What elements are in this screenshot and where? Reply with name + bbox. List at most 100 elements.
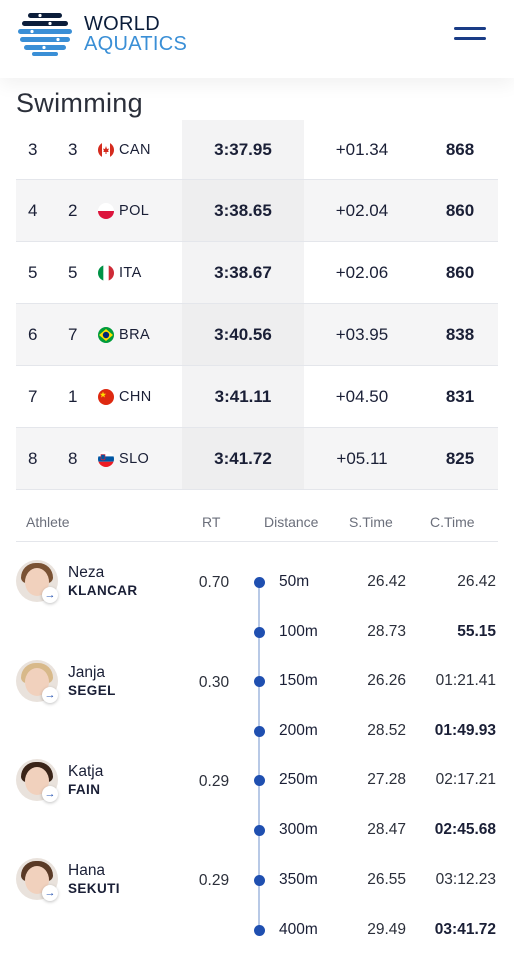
header-stime: S.Time (349, 514, 393, 530)
athlete-entry[interactable]: → Hana SEKUTI 0.29 (16, 858, 498, 906)
points: 860 (445, 200, 475, 220)
country-code: BRA (119, 326, 151, 343)
final-time: 3:40.56 (214, 324, 272, 344)
points: 868 (445, 139, 475, 159)
time-behind: +04.50 (335, 386, 389, 406)
result-row[interactable]: 5 5 ITA 3:38.67 +02.06 860 (16, 242, 498, 304)
country-code: ITA (119, 264, 142, 281)
time-behind: +05.11 (336, 448, 388, 468)
brazil-flag-icon (98, 327, 114, 343)
lane: 2 (68, 200, 78, 220)
athlete-last-name: KLANCAR (68, 583, 138, 598)
page-title: Swimming (16, 88, 143, 118)
final-time: 3:38.65 (214, 200, 272, 220)
result-row[interactable]: 3 3 CAN 3:37.95 +01.34 868 (16, 120, 498, 180)
arrow-right-icon[interactable]: → (42, 786, 58, 802)
cumulative-time: 02:45.68 (434, 821, 496, 838)
athlete-entry[interactable]: → Neza KLANCAR 0.70 (16, 560, 498, 608)
final-time: 3:41.11 (214, 386, 272, 406)
header-distance: Distance (264, 514, 319, 530)
split-time: 29.49 (367, 921, 406, 938)
athlete-first-name: Neza (68, 564, 105, 581)
results-table: 3 3 CAN 3:37.95 +01.34 868 4 2 POL 3:38.65 +02.04 8… (16, 120, 498, 490)
athlete-first-name: Janja (68, 664, 106, 681)
hamburger-icon[interactable] (452, 24, 488, 44)
result-row[interactable]: 6 7 BRA 3:40.56 +03.95 838 (16, 304, 498, 366)
world-aquatics-logo-icon[interactable] (18, 11, 74, 57)
country-code: SLO (119, 450, 150, 467)
arrow-right-icon[interactable]: → (42, 587, 58, 603)
reaction-time: 0.70 (198, 574, 230, 591)
athlete-first-name: Hana (68, 862, 106, 879)
rank: 4 (28, 200, 38, 220)
final-time: 3:37.95 (214, 139, 272, 159)
cumulative-time: 55.15 (457, 623, 496, 640)
timeline-dot-icon (254, 925, 265, 936)
rank: 3 (28, 139, 38, 159)
athlete-entry[interactable]: → Katja FAIN 0.29 (16, 759, 498, 807)
points: 831 (445, 386, 475, 406)
points: 825 (445, 448, 475, 468)
arrow-right-icon[interactable]: → (42, 885, 58, 901)
split-distance: 400m (279, 921, 318, 938)
final-time: 3:41.72 (214, 448, 272, 468)
lane: 7 (68, 324, 78, 344)
time-behind: +02.06 (335, 262, 389, 282)
split-time: 28.52 (367, 722, 406, 739)
rank: 8 (28, 448, 38, 468)
logo-wordmark[interactable]: WORLD AQUATICS (84, 14, 187, 54)
arrow-right-icon[interactable]: → (42, 687, 58, 703)
header-athlete: Athlete (26, 514, 70, 530)
rank: 5 (28, 262, 38, 282)
header-ctime: C.Time (430, 514, 475, 530)
lane: 1 (68, 386, 78, 406)
site-header: WORLD AQUATICS (0, 0, 514, 78)
rank: 7 (28, 386, 38, 406)
athlete-last-name: SEGEL (68, 683, 116, 698)
logo-line-2: AQUATICS (84, 33, 188, 55)
timeline-dot-icon (254, 726, 265, 737)
country-code: CAN (119, 141, 151, 158)
split-row: 300m 28.47 02:45.68 (16, 810, 498, 850)
points: 860 (445, 262, 475, 282)
lane: 3 (68, 139, 78, 159)
points: 838 (445, 324, 475, 344)
slovenia-flag-icon (98, 451, 114, 467)
timeline-dot-icon (254, 825, 265, 836)
header-rt: RT (202, 514, 221, 530)
italy-flag-icon (98, 265, 114, 281)
logo-line-1: WORLD (84, 13, 160, 35)
split-row: 400m 29.49 03:41.72 (16, 910, 498, 950)
athlete-first-name: Katja (68, 763, 104, 780)
athlete-last-name: FAIN (68, 782, 101, 797)
split-time: 28.47 (367, 821, 406, 838)
split-row: 100m 28.73 55.15 (16, 612, 498, 652)
time-behind: +02.04 (335, 200, 389, 220)
split-row: 200m 28.52 01:49.93 (16, 711, 498, 751)
split-distance: 100m (279, 623, 318, 640)
reaction-time: 0.30 (198, 674, 230, 691)
lane: 5 (68, 262, 78, 282)
athlete-entry[interactable]: → Janja SEGEL 0.30 (16, 660, 498, 708)
result-row[interactable]: 4 2 POL 3:38.65 +02.04 860 (16, 180, 498, 242)
lane: 8 (68, 448, 78, 468)
cumulative-time: 03:41.72 (434, 921, 496, 938)
cumulative-time: 01:49.93 (434, 722, 496, 739)
result-row[interactable]: 7 1 CHN 3:41.11 +04.50 831 (16, 366, 498, 428)
final-time: 3:38.67 (214, 262, 272, 282)
country-code: POL (119, 202, 150, 219)
time-behind: +03.95 (335, 324, 389, 344)
time-behind: +01.34 (335, 139, 389, 159)
rank: 6 (28, 324, 38, 344)
poland-flag-icon (98, 203, 114, 219)
splits-header: Athlete RT Distance S.Time C.Time (16, 500, 498, 542)
timeline-dot-icon (254, 627, 265, 638)
result-row[interactable]: 8 8 SLO 3:41.72 +05.11 825 (16, 428, 498, 490)
athlete-last-name: SEKUTI (68, 881, 120, 896)
reaction-time: 0.29 (198, 872, 230, 889)
country-code: CHN (119, 388, 152, 405)
split-distance: 200m (279, 722, 318, 739)
reaction-time: 0.29 (198, 773, 230, 790)
canada-flag-icon (98, 142, 114, 158)
split-distance: 300m (279, 821, 318, 838)
